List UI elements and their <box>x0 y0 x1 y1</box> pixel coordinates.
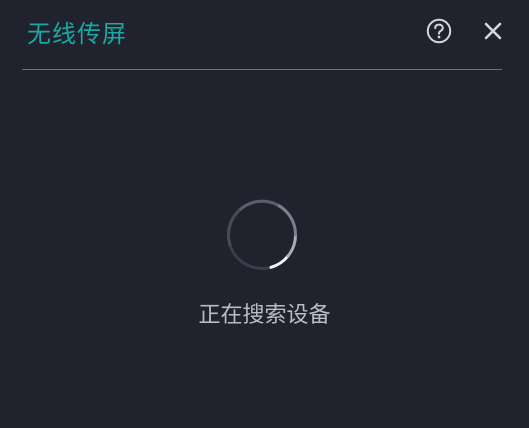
loading-spinner-icon <box>225 198 299 272</box>
searching-status-text: 正在搜索设备 <box>198 303 331 328</box>
wireless-projection-dialog: 无线传屏 正在搜索设备 <box>0 0 529 428</box>
dialog-title: 无线传屏 <box>27 20 127 48</box>
header-divider <box>22 69 502 70</box>
help-circle-icon <box>426 18 452 48</box>
close-icon <box>481 19 505 47</box>
close-button[interactable] <box>480 20 506 46</box>
help-button[interactable] <box>426 18 452 48</box>
